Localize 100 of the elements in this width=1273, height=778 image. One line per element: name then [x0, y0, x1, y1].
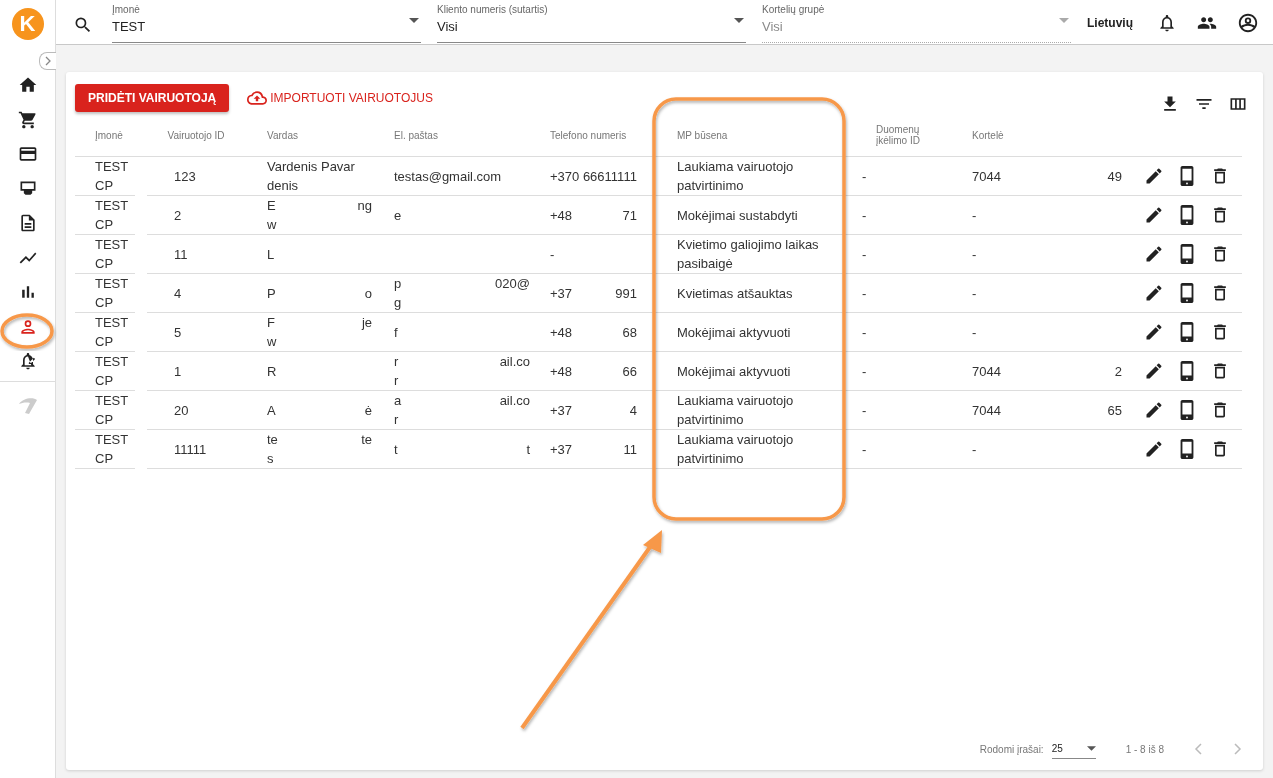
edit-button[interactable] — [1144, 361, 1164, 381]
table-cell-text: - — [862, 323, 868, 342]
account-button[interactable] — [1237, 11, 1259, 34]
account-icon — [1237, 11, 1259, 34]
table-cell-text: 123 — [174, 167, 197, 186]
table-cell-text: Laukiama vairuotojo patvirtinimo — [677, 431, 795, 468]
import-drivers-link[interactable]: IMPORTUOTI VAIRUOTOJUS — [247, 88, 433, 108]
table-cell-text: R — [267, 362, 277, 381]
column-header: MP būsena — [677, 129, 728, 141]
field-label: Įmonė — [112, 4, 141, 15]
table-cell-text: 7044 — [972, 401, 1001, 420]
table-cell-text: TEST CP — [95, 353, 129, 390]
field-value: TEST — [112, 19, 147, 34]
edit-button[interactable] — [1144, 205, 1164, 225]
language-button[interactable]: Lietuvių — [1087, 15, 1133, 30]
pencil-icon — [1144, 166, 1164, 186]
dropdown-field[interactable]: Įmonė TEST — [112, 4, 421, 43]
table-cell-text: 4 — [174, 284, 183, 303]
table-cell-text: ė — [364, 401, 372, 420]
sidebar-item[interactable] — [17, 144, 38, 164]
table-cell-text: TEST CP — [95, 431, 129, 468]
edit-button[interactable] — [1144, 439, 1164, 459]
column-header: Duomenų įkėlimo ID — [876, 124, 921, 146]
table-cell-text: TEST CP — [95, 197, 129, 234]
table-cell-text: Kvietimas atšauktas — [677, 284, 794, 303]
chevron-right-icon — [43, 56, 53, 66]
notifications-button[interactable] — [1157, 12, 1177, 33]
table-cell-text: - — [972, 323, 977, 342]
table-cell-text: r — [394, 411, 399, 429]
page-range: 1 - 8 iš 8 — [1125, 743, 1164, 755]
edit-button[interactable] — [1144, 166, 1164, 186]
table-cell-text: a — [394, 392, 402, 410]
table-cell-text: - — [862, 440, 868, 459]
table-cell-text: - — [862, 206, 868, 225]
column-header: Kortelė — [972, 129, 1004, 141]
highlight-ellipse — [0, 313, 54, 349]
table-cell-text: Vardenis Pavar — [267, 158, 355, 176]
table-cell-text: ail.co — [499, 392, 530, 410]
field-value: Visi — [437, 19, 459, 34]
table-cell-text: - — [862, 167, 868, 186]
expand-button[interactable] — [39, 52, 56, 70]
table-cell-text: - — [972, 440, 977, 459]
table-cell-text: +48 — [550, 206, 573, 225]
table-cell-text: +37 — [550, 401, 573, 420]
table-cell-text: w — [267, 333, 277, 351]
edit-button[interactable] — [1144, 322, 1164, 342]
table-cell-text: +48 — [550, 323, 573, 342]
page-size-select[interactable]: 25 — [1051, 739, 1096, 759]
table-cell-text: Mokėjimai aktyvuoti — [677, 362, 792, 381]
table-cell-text: - — [862, 362, 868, 381]
table-cell-text: 2 — [174, 206, 183, 225]
table-cell-text: ng — [357, 197, 372, 215]
caret-icon — [734, 18, 744, 23]
table-cell-text: F — [267, 314, 275, 332]
cart-icon — [17, 109, 38, 130]
table-cell-text: TEST CP — [95, 158, 129, 195]
table-cell-text: 2 — [1114, 362, 1122, 381]
table-cell-text: t — [526, 440, 530, 459]
table-cell-text: P — [267, 284, 276, 303]
table-cell-text: +48 — [550, 362, 573, 381]
table-cell-text: ail.co — [499, 353, 530, 371]
table-cell-text: Laukiama vairuotojo patvirtinimo — [677, 158, 795, 195]
table-cell-text: 991 — [615, 284, 637, 303]
table-cell-text: te — [361, 431, 372, 449]
table-cell-text: 49 — [1107, 167, 1122, 186]
table-cell-text: E — [267, 197, 276, 215]
table-cell-text: - — [972, 206, 977, 225]
table-cell-text: - — [550, 245, 555, 264]
table-cell-text: Mokėjimai aktyvuoti — [677, 323, 792, 342]
table-cell-text: Laukiama vairuotojo patvirtinimo — [677, 392, 795, 429]
bell-icon — [1157, 12, 1177, 33]
pencil-icon — [1144, 400, 1164, 420]
table-cell-text: 68 — [622, 323, 637, 342]
table-cell-text: - — [972, 245, 977, 264]
table-cell-text: +37 — [550, 440, 573, 459]
home-icon — [17, 75, 38, 95]
table-cell-text: denis — [267, 177, 299, 195]
table-cell-text: r — [394, 353, 399, 371]
table-cell-text: - — [972, 284, 977, 303]
table-cell-text: p — [394, 275, 402, 293]
table-cell-text: - — [862, 401, 868, 420]
sidebar-item[interactable] — [17, 75, 38, 95]
table-cell-text: +370 66611111 — [550, 167, 637, 186]
add-driver-button[interactable]: PRIDĖTI VAIRUOTOJĄ — [75, 84, 230, 112]
field-label: Kliento numeris (sutartis) — [437, 4, 549, 15]
pencil-icon — [1144, 361, 1164, 381]
table-cell-text: t — [394, 440, 398, 459]
cloud-upload-icon — [247, 88, 268, 108]
sidebar-item[interactable] — [17, 109, 38, 130]
pencil-icon — [1144, 244, 1164, 264]
search-button[interactable] — [73, 15, 93, 35]
table-cell-text: 4 — [629, 401, 637, 420]
edit-button[interactable] — [1144, 400, 1164, 420]
table-cell-text: +37 — [550, 284, 573, 303]
dropdown-field[interactable]: Kliento numeris (sutartis) Visi — [437, 4, 746, 43]
edit-button[interactable] — [1144, 283, 1164, 303]
table-cell-text: e — [394, 206, 402, 225]
table-cell-text: A — [267, 401, 276, 420]
edit-button[interactable] — [1144, 244, 1164, 264]
column-header: El. paštas — [394, 129, 438, 141]
